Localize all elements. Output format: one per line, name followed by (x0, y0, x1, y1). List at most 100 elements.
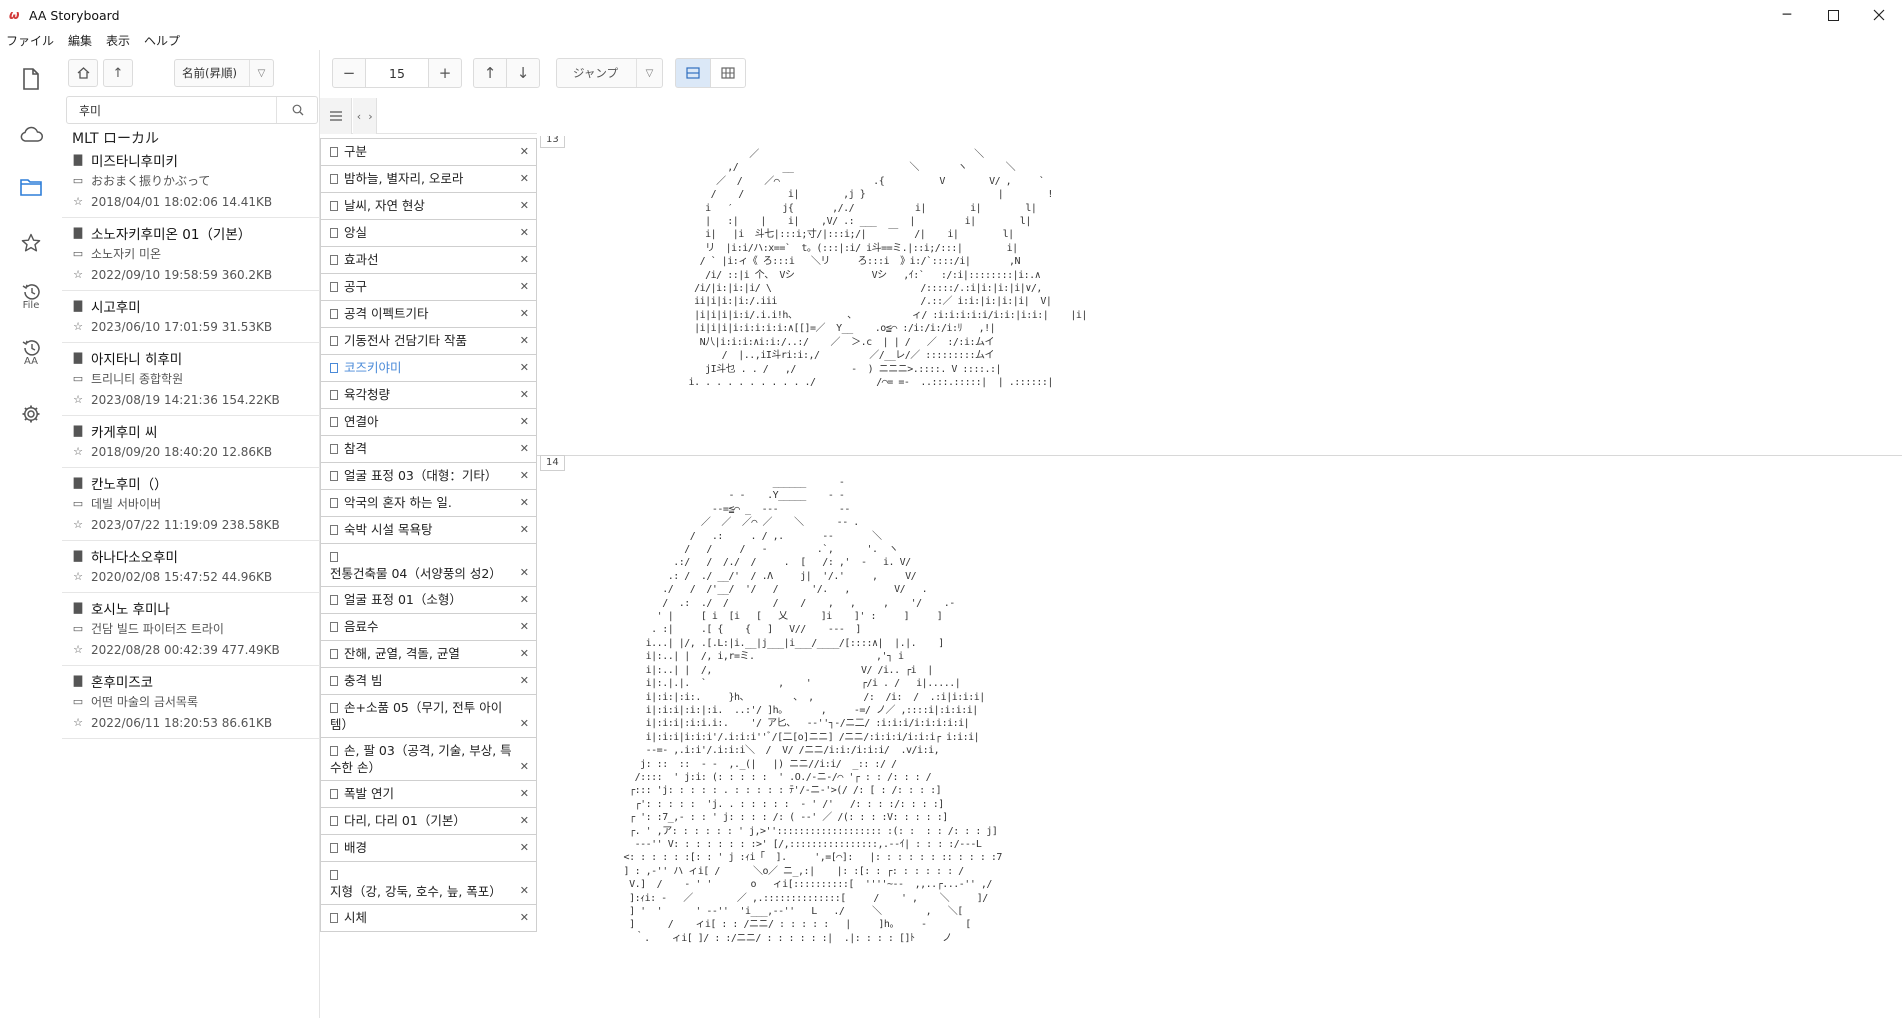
file-list-item[interactable]: ▇ 시고후미 ☆ 2023/06/10 17:01:59 31.53KB (62, 291, 320, 343)
section-prev-button[interactable]: ‹ (353, 98, 365, 134)
section-item[interactable]: 음료수 ✕ (321, 614, 536, 641)
section-item[interactable]: 구분 ✕ (321, 139, 536, 166)
section-menu-button[interactable] (320, 98, 352, 134)
home-button[interactable] (68, 59, 98, 87)
star-icon[interactable]: ☆ (71, 570, 85, 583)
close-icon[interactable]: ✕ (520, 386, 529, 403)
close-icon[interactable]: ✕ (520, 758, 529, 775)
cloud-button[interactable] (12, 115, 50, 153)
page-decrement-button[interactable]: − (332, 58, 366, 88)
section-item[interactable]: 날씨, 자연 현상 ✕ (321, 193, 536, 220)
section-item[interactable]: 공격 이펙트기타 ✕ (321, 301, 536, 328)
star-icon[interactable]: ☆ (71, 716, 85, 729)
page-increment-button[interactable]: + (428, 58, 462, 88)
star-icon[interactable]: ☆ (71, 268, 85, 281)
move-up-button[interactable]: ↑ (473, 58, 507, 88)
close-icon[interactable]: ✕ (520, 715, 529, 732)
close-icon[interactable]: ✕ (520, 785, 529, 802)
section-item[interactable]: 효과선 ✕ (321, 247, 536, 274)
close-icon[interactable]: ✕ (520, 591, 529, 608)
close-icon[interactable]: ✕ (520, 359, 529, 376)
close-icon[interactable]: ✕ (520, 564, 529, 581)
close-icon[interactable]: ✕ (520, 521, 529, 538)
close-icon[interactable]: ✕ (520, 645, 529, 662)
section-item[interactable]: 얼굴 표정 03（대형：기타） ✕ (321, 463, 536, 490)
section-item[interactable]: 연결아 ✕ (321, 409, 536, 436)
file-list-item[interactable]: ▇ 카게후미 씨 ☆ 2018/09/20 18:40:20 12.86KB (62, 416, 320, 468)
section-item[interactable]: 코즈키야미 ✕ (321, 355, 536, 382)
minimize-button[interactable]: ─ (1764, 0, 1810, 30)
menu-view[interactable]: 表示 (106, 32, 130, 49)
maximize-button[interactable] (1810, 0, 1856, 30)
section-item[interactable]: 잔해, 균열, 격돌, 균열 ✕ (321, 641, 536, 668)
move-down-button[interactable]: ↓ (506, 58, 540, 88)
section-item[interactable]: 시체 ✕ (321, 905, 536, 932)
list-view-button[interactable] (675, 58, 711, 88)
section-item[interactable]: 지형（강, 강둑, 호수, 늪, 폭포） ✕ (321, 862, 536, 905)
menu-help[interactable]: ヘルプ (144, 32, 180, 49)
section-item[interactable]: 앙실 ✕ (321, 220, 536, 247)
close-icon[interactable]: ✕ (520, 170, 529, 187)
close-icon[interactable]: ✕ (520, 413, 529, 430)
favorites-button[interactable] (12, 224, 50, 262)
grid-view-button[interactable] (710, 58, 746, 88)
history-file-button[interactable]: File (12, 278, 50, 316)
file-list-item[interactable]: ▇ 아지타니 히후미 ▭ 트리니티 종합학원 ☆ 2023/08/19 14:21:36 … (62, 343, 320, 416)
menu-file[interactable]: ファイル (6, 32, 54, 49)
file-list-item[interactable]: ▇ 칸노후미（） ▭ 데빌 서바이버 ☆ 2023/07/22 11:19:09 238.… (62, 468, 320, 541)
section-item[interactable]: 충격 빔 ✕ (321, 668, 536, 695)
parent-folder-button[interactable]: ↑ (103, 59, 133, 87)
section-item[interactable]: 육각청량 ✕ (321, 382, 536, 409)
sort-order-select[interactable]: 名前(昇順) ▽ (174, 59, 274, 87)
section-item[interactable]: 참격 ✕ (321, 436, 536, 463)
close-icon[interactable]: ✕ (520, 143, 529, 160)
menu-edit[interactable]: 編集 (68, 32, 92, 49)
close-icon[interactable]: ✕ (520, 494, 529, 511)
close-icon[interactable]: ✕ (520, 909, 529, 926)
section-item[interactable]: 손, 팔 03（공격, 기술, 부상, 특수한 손） ✕ (321, 738, 536, 781)
file-list-item[interactable]: ▇ 호시노 후미나 ▭ 건담 빌드 파이터즈 트라이 ☆ 2022/08/28 00:42… (62, 593, 320, 666)
section-item[interactable]: 얼굴 표정 01（소형） ✕ (321, 587, 536, 614)
search-icon[interactable] (279, 97, 317, 123)
file-list-item[interactable]: ▇ 미즈타니후미키 ▭ おおまく振りかぶって ☆ 2018/04/01 18:02:06 … (62, 145, 320, 218)
star-icon[interactable]: ☆ (71, 320, 85, 333)
section-item[interactable]: 손+소품 05（무기, 전투 아이템） ✕ (321, 695, 536, 738)
star-icon[interactable]: ☆ (71, 518, 85, 531)
star-icon[interactable]: ☆ (71, 445, 85, 458)
close-icon[interactable]: ✕ (520, 224, 529, 241)
star-icon[interactable]: ☆ (71, 393, 85, 406)
close-icon[interactable]: ✕ (520, 467, 529, 484)
file-list-item[interactable]: ▇ 소노자키후미온 01（기본） ▭ 소노자키 미온 ☆ 2022/09/10 19:58… (62, 218, 320, 291)
jump-select[interactable]: ジャンプ ▽ (556, 58, 663, 88)
section-item[interactable]: 악국의 혼자 하는 일. ✕ (321, 490, 536, 517)
close-icon[interactable]: ✕ (520, 332, 529, 349)
section-item[interactable]: 다리, 다리 01（기본） ✕ (321, 808, 536, 835)
section-item[interactable]: 숙박 시설 목욕탕 ✕ (321, 517, 536, 544)
close-icon[interactable]: ✕ (520, 812, 529, 829)
star-icon[interactable]: ☆ (71, 195, 85, 208)
search-input[interactable] (67, 97, 277, 123)
close-icon[interactable]: ✕ (520, 197, 529, 214)
close-icon[interactable]: ✕ (520, 618, 529, 635)
page-number-input[interactable] (366, 58, 428, 88)
new-document-button[interactable] (12, 60, 50, 98)
section-item[interactable]: 기동전사 건담기타 작품 ✕ (321, 328, 536, 355)
settings-button[interactable] (12, 395, 50, 433)
history-aa-button[interactable]: AA (12, 334, 50, 372)
close-icon[interactable]: ✕ (520, 278, 529, 295)
file-list-item[interactable]: ▇ 혼후미즈코 ▭ 어떤 마술의 금서목록 ☆ 2022/06/11 18:20:53 8… (62, 666, 320, 739)
section-next-button[interactable]: › (365, 98, 377, 134)
close-icon[interactable]: ✕ (520, 839, 529, 856)
close-icon[interactable]: ✕ (520, 672, 529, 689)
close-icon[interactable]: ✕ (520, 440, 529, 457)
section-item[interactable]: 밤하늘, 별자리, 오로라 ✕ (321, 166, 536, 193)
section-item[interactable]: 폭발 연기 ✕ (321, 781, 536, 808)
star-icon[interactable]: ☆ (71, 643, 85, 656)
section-item[interactable]: 전통건축물 04（서양풍의 성2） ✕ (321, 544, 536, 587)
close-button[interactable] (1856, 0, 1902, 30)
section-item[interactable]: 배경 ✕ (321, 835, 536, 862)
file-list-item[interactable]: ▇ 하나다소오후미 ☆ 2020/02/08 15:47:52 44.96KB (62, 541, 320, 593)
close-icon[interactable]: ✕ (520, 251, 529, 268)
section-item[interactable]: 공구 ✕ (321, 274, 536, 301)
close-icon[interactable]: ✕ (520, 882, 529, 899)
